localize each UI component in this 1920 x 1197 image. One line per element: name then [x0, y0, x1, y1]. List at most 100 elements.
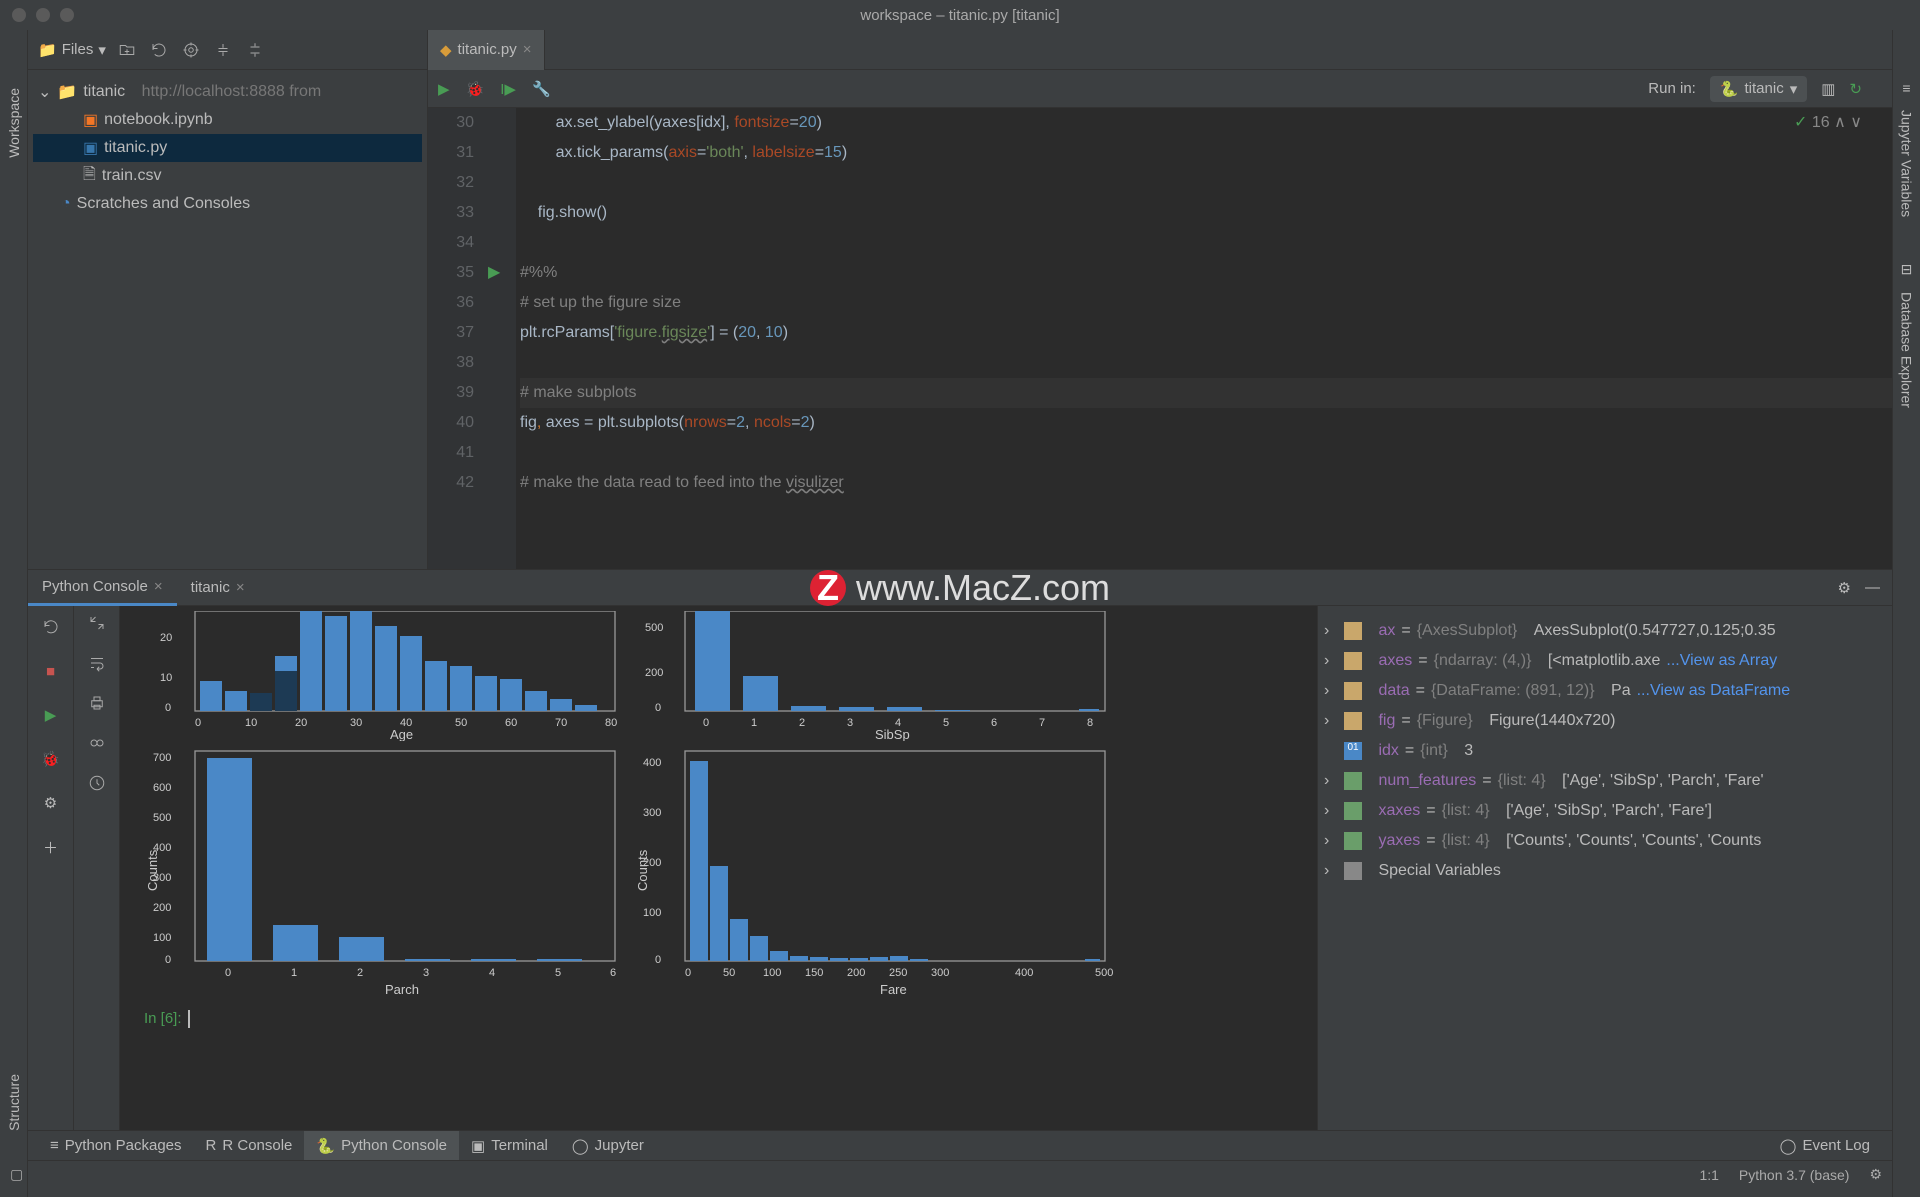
svg-text:100: 100 — [153, 932, 171, 944]
svg-text:Counts: Counts — [635, 849, 650, 891]
target-icon[interactable] — [180, 39, 202, 61]
editor-action-bar: ▶ 🐞 I▶ 🔧 Run in: 🐍 titanic ▾ ▥ ↻ — [428, 70, 1892, 108]
var-yaxes[interactable]: › yaxes = {list: 4} ['Counts', 'Counts',… — [1318, 826, 1892, 856]
chevron-down-icon: ⌄ — [38, 82, 51, 102]
close-icon[interactable]: × — [154, 578, 163, 595]
project-tree[interactable]: ⌄ 📁 titanic http://localhost:8888 from ▣… — [28, 70, 427, 226]
var-special[interactable]: › Special Variables — [1318, 856, 1892, 886]
workspace-toolwindow-tab[interactable]: Workspace — [4, 80, 24, 166]
minimize-icon[interactable]: — — [1865, 579, 1880, 597]
svg-text:0: 0 — [225, 967, 231, 979]
tab-terminal[interactable]: ▣Terminal — [459, 1131, 560, 1161]
menu-icon[interactable]: ≡ — [1902, 80, 1910, 96]
new-folder-icon[interactable] — [116, 39, 138, 61]
svg-text:0: 0 — [685, 967, 691, 979]
tab-python-packages[interactable]: ≡Python Packages — [38, 1131, 194, 1161]
window-title: workspace – titanic.py [titanic] — [860, 7, 1059, 24]
gear-icon[interactable]: ⚙ — [1838, 579, 1851, 597]
svg-text:20: 20 — [295, 717, 307, 729]
execute-icon[interactable] — [88, 614, 106, 636]
add-icon[interactable]: ＋ — [38, 834, 64, 860]
variables-panel[interactable]: › ax = {AxesSubplot} AxesSubplot(0.54772… — [1317, 606, 1892, 1130]
run-gutter[interactable]: ▶ — [488, 108, 516, 569]
database-explorer-tab[interactable]: Database Explorer — [1897, 288, 1917, 412]
console-tab-titanic[interactable]: titanic × — [177, 570, 259, 606]
close-icon[interactable]: × — [236, 579, 245, 596]
interpreter-name: titanic — [1745, 80, 1784, 97]
tree-file-titanic[interactable]: ▣ titanic.py — [33, 134, 422, 162]
window-controls[interactable] — [12, 8, 74, 22]
step-icon[interactable]: I▶ — [500, 80, 516, 98]
interpreter-status[interactable]: Python 3.7 (base) — [1739, 1167, 1850, 1183]
prev-problem-icon[interactable]: ∧ — [1834, 114, 1846, 131]
r-icon: R — [206, 1137, 217, 1154]
python-icon: 🐍 — [1720, 80, 1739, 98]
python-icon: ◆ — [440, 41, 452, 59]
print-icon[interactable] — [88, 694, 106, 716]
refresh-icon[interactable] — [148, 39, 170, 61]
gear-icon[interactable]: ⚙ — [1869, 1166, 1882, 1183]
sync-icon[interactable]: ↻ — [1849, 80, 1862, 98]
wrench-icon[interactable]: 🔧 — [532, 80, 551, 98]
python-icon: 🐍 — [316, 1137, 335, 1155]
tree-file-notebook[interactable]: ▣ notebook.ipynb — [33, 106, 422, 134]
next-problem-icon[interactable]: ∨ — [1850, 114, 1862, 131]
caret-position[interactable]: 1:1 — [1699, 1167, 1718, 1183]
close-icon[interactable]: × — [523, 41, 532, 58]
tree-file-csv[interactable]: 🗎 train.csv — [33, 162, 422, 190]
debug-attach-icon[interactable]: 🐞 — [38, 746, 64, 772]
toggle-panels-icon[interactable]: ▢ — [10, 1166, 23, 1183]
jupyter-icon: ◯ — [572, 1137, 589, 1155]
database-icon[interactable]: ⊟ — [1901, 261, 1913, 278]
tab-python-console[interactable]: 🐍Python Console — [304, 1131, 459, 1161]
var-idx[interactable]: 01 idx = {int} 3 — [1318, 736, 1892, 766]
layout-icon[interactable]: ▥ — [1821, 80, 1835, 98]
tree-root[interactable]: ⌄ 📁 titanic http://localhost:8888 from — [33, 78, 422, 106]
console-prompt[interactable]: In [6]: — [140, 1001, 1297, 1036]
svg-text:600: 600 — [153, 782, 171, 794]
history-icon[interactable] — [88, 774, 106, 796]
file-label: titanic.py — [104, 139, 167, 157]
structure-toolwindow-tab[interactable]: Structure — [4, 1068, 24, 1137]
console-primary-toolbar: ■ ▶ 🐞 ⚙ ＋ — [28, 606, 74, 1130]
show-vars-icon[interactable] — [88, 734, 106, 756]
var-axes[interactable]: › axes = {ndarray: (4,)} [<matplotlib.ax… — [1318, 646, 1892, 676]
jupyter-variables-tab[interactable]: Jupyter Variables — [1897, 106, 1917, 221]
rerun-icon[interactable] — [38, 614, 64, 640]
console-tab-python[interactable]: Python Console × — [28, 570, 177, 606]
console-output[interactable]: 20100 01020304050607080 Age — [120, 606, 1317, 1130]
soft-wrap-icon[interactable] — [88, 654, 106, 676]
var-xaxes[interactable]: › xaxes = {list: 4} ['Age', 'SibSp', 'Pa… — [1318, 796, 1892, 826]
tab-label: titanic.py — [458, 41, 517, 58]
settings-icon[interactable]: ⚙ — [38, 790, 64, 816]
var-num-features[interactable]: › num_features = {list: 4} ['Age', 'SibS… — [1318, 766, 1892, 796]
tab-jupyter[interactable]: ◯Jupyter — [560, 1131, 656, 1161]
run-cell-icon[interactable]: ▶ — [438, 80, 450, 98]
status-bar: ▢ 1:1 Python 3.7 (base) ⚙ — [28, 1160, 1892, 1188]
chart-age: 20100 01020304050607080 Age — [140, 611, 630, 741]
collapse-icon[interactable] — [212, 39, 234, 61]
chevron-down-icon: ▾ — [1790, 80, 1798, 98]
problems-count[interactable]: 16 — [1812, 114, 1830, 131]
tab-r-console[interactable]: RR Console — [194, 1131, 305, 1161]
var-fig[interactable]: › fig = {Figure} Figure(1440x720) — [1318, 706, 1892, 736]
debug-icon[interactable]: 🐞 — [466, 80, 485, 98]
resume-icon[interactable]: ▶ — [38, 702, 64, 728]
expand-icon[interactable] — [244, 39, 266, 61]
svg-text:Fare: Fare — [880, 982, 907, 997]
var-data[interactable]: › data = {DataFrame: (891, 12)} Pa...Vie… — [1318, 676, 1892, 706]
svg-text:7: 7 — [1039, 717, 1045, 729]
svg-text:1: 1 — [751, 717, 757, 729]
code-content[interactable]: ax.set_ylabel(yaxes[idx], fontsize=20)✓ … — [516, 108, 1892, 569]
editor-tab-titanic[interactable]: ◆ titanic.py × — [428, 30, 545, 70]
file-icon: 🗎 — [83, 163, 96, 190]
tree-scratches[interactable]: ◔ Scratches and Consoles — [33, 190, 422, 218]
interpreter-selector[interactable]: 🐍 titanic ▾ — [1710, 76, 1807, 102]
files-view-selector[interactable]: 📁 Files ▾ — [38, 41, 106, 59]
titlebar: workspace – titanic.py [titanic] — [0, 0, 1920, 30]
stop-icon[interactable]: ■ — [38, 658, 64, 684]
svg-text:300: 300 — [931, 967, 949, 979]
var-ax[interactable]: › ax = {AxesSubplot} AxesSubplot(0.54772… — [1318, 616, 1892, 646]
tab-event-log[interactable]: ◯Event Log — [1768, 1131, 1882, 1161]
code-editor[interactable]: 30313233343536373839404142 ▶ ax.set_ylab… — [428, 108, 1892, 569]
